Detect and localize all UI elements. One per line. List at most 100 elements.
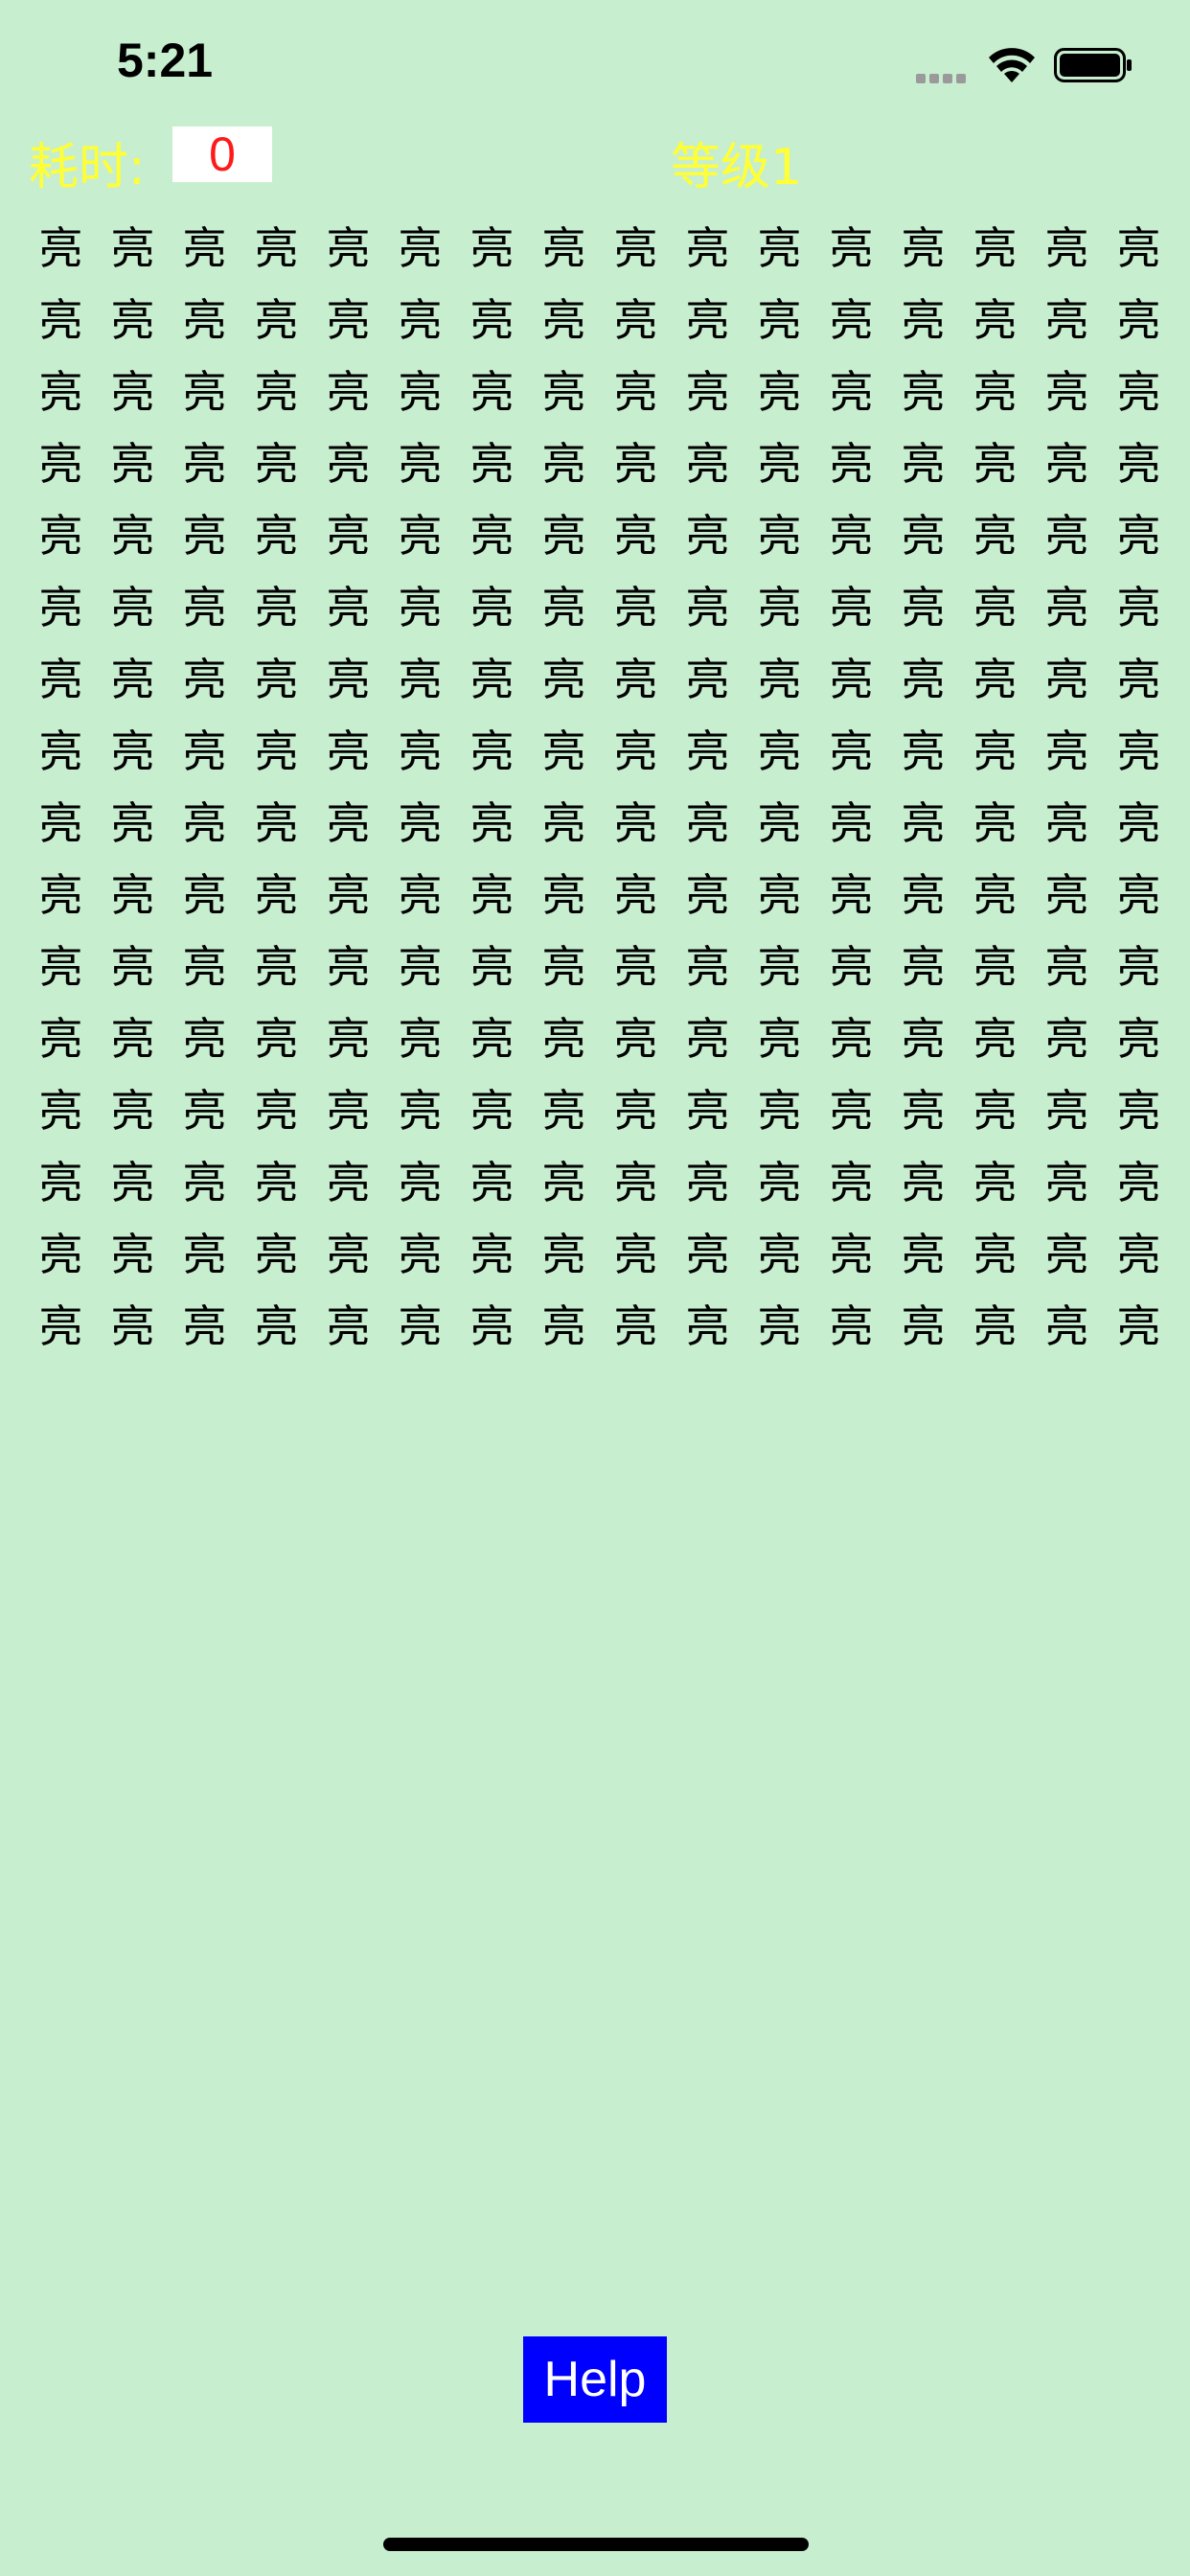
grid-cell[interactable]: 亮 [240, 784, 312, 856]
grid-cell[interactable]: 亮 [959, 928, 1031, 1000]
grid-cell[interactable]: 亮 [25, 1000, 97, 1071]
grid-cell[interactable]: 亮 [240, 640, 312, 712]
grid-cell[interactable]: 亮 [815, 281, 887, 353]
grid-cell[interactable]: 亮 [959, 568, 1031, 640]
grid-cell[interactable]: 亮 [1031, 496, 1103, 568]
grid-cell[interactable]: 亮 [887, 1071, 959, 1143]
grid-cell[interactable]: 亮 [600, 425, 672, 496]
grid-cell[interactable]: 亮 [887, 209, 959, 281]
grid-cell[interactable]: 亮 [959, 496, 1031, 568]
grid-cell[interactable]: 亮 [1031, 425, 1103, 496]
grid-cell[interactable]: 亮 [1031, 281, 1103, 353]
grid-cell[interactable]: 亮 [1103, 496, 1175, 568]
grid-cell[interactable]: 亮 [97, 425, 169, 496]
grid-cell[interactable]: 亮 [672, 209, 744, 281]
grid-cell[interactable]: 亮 [240, 856, 312, 928]
grid-cell[interactable]: 亮 [815, 209, 887, 281]
grid-cell[interactable]: 亮 [169, 425, 240, 496]
grid-cell[interactable]: 亮 [815, 640, 887, 712]
grid-cell[interactable]: 亮 [456, 496, 528, 568]
grid-cell[interactable]: 亮 [600, 856, 672, 928]
grid-cell[interactable]: 亮 [1031, 784, 1103, 856]
grid-cell[interactable]: 亮 [1103, 1215, 1175, 1287]
grid-cell[interactable]: 亮 [384, 856, 456, 928]
grid-cell[interactable]: 亮 [25, 1071, 97, 1143]
grid-cell[interactable]: 亮 [169, 1071, 240, 1143]
grid-cell[interactable]: 亮 [1031, 1071, 1103, 1143]
grid-cell[interactable]: 亮 [1103, 568, 1175, 640]
grid-cell[interactable]: 亮 [600, 281, 672, 353]
grid-cell[interactable]: 亮 [240, 928, 312, 1000]
grid-cell[interactable]: 亮 [744, 856, 815, 928]
grid-cell[interactable]: 亮 [384, 209, 456, 281]
grid-cell[interactable]: 亮 [97, 1071, 169, 1143]
grid-cell[interactable]: 亮 [815, 568, 887, 640]
grid-cell[interactable]: 亮 [240, 209, 312, 281]
grid-cell[interactable]: 亮 [240, 353, 312, 425]
grid-cell[interactable]: 亮 [97, 496, 169, 568]
grid-cell[interactable]: 亮 [815, 1143, 887, 1215]
grid-cell[interactable]: 亮 [384, 640, 456, 712]
grid-cell[interactable]: 亮 [384, 1143, 456, 1215]
grid-cell[interactable]: 亮 [887, 281, 959, 353]
grid-cell[interactable]: 亮 [312, 1071, 384, 1143]
grid-cell[interactable]: 亮 [25, 496, 97, 568]
grid-cell[interactable]: 亮 [384, 281, 456, 353]
help-button[interactable]: Help [523, 2336, 667, 2423]
grid-cell[interactable]: 亮 [600, 1071, 672, 1143]
grid-cell[interactable]: 亮 [240, 496, 312, 568]
grid-cell[interactable]: 亮 [97, 1143, 169, 1215]
grid-cell[interactable]: 亮 [169, 281, 240, 353]
grid-cell[interactable]: 亮 [672, 1000, 744, 1071]
grid-cell[interactable]: 亮 [169, 496, 240, 568]
grid-cell[interactable]: 亮 [312, 353, 384, 425]
grid-cell[interactable]: 亮 [887, 1215, 959, 1287]
grid-cell[interactable]: 亮 [97, 784, 169, 856]
grid-cell[interactable]: 亮 [456, 1071, 528, 1143]
grid-cell[interactable]: 亮 [456, 784, 528, 856]
grid-cell[interactable]: 亮 [744, 784, 815, 856]
grid-cell[interactable]: 亮 [744, 425, 815, 496]
grid-cell[interactable]: 亮 [384, 712, 456, 784]
grid-cell[interactable]: 亮 [25, 209, 97, 281]
grid-cell[interactable]: 亮 [744, 640, 815, 712]
grid-cell[interactable]: 亮 [887, 496, 959, 568]
grid-cell[interactable]: 亮 [600, 928, 672, 1000]
grid-cell[interactable]: 亮 [1103, 1000, 1175, 1071]
grid-cell[interactable]: 亮 [815, 425, 887, 496]
grid-cell[interactable]: 亮 [240, 1215, 312, 1287]
grid-cell[interactable]: 亮 [97, 353, 169, 425]
grid-cell[interactable]: 亮 [887, 928, 959, 1000]
grid-cell[interactable]: 亮 [887, 784, 959, 856]
grid-cell[interactable]: 亮 [672, 712, 744, 784]
grid-cell[interactable]: 亮 [887, 425, 959, 496]
grid-cell[interactable]: 亮 [384, 353, 456, 425]
grid-cell[interactable]: 亮 [384, 928, 456, 1000]
grid-cell[interactable]: 亮 [384, 425, 456, 496]
grid-cell[interactable]: 亮 [1103, 353, 1175, 425]
grid-cell[interactable]: 亮 [456, 281, 528, 353]
grid-cell[interactable]: 亮 [1103, 425, 1175, 496]
grid-cell[interactable]: 亮 [312, 568, 384, 640]
grid-cell[interactable]: 亮 [815, 1071, 887, 1143]
grid-cell[interactable]: 亮 [456, 640, 528, 712]
grid-cell[interactable]: 亮 [959, 784, 1031, 856]
grid-cell[interactable]: 亮 [97, 1287, 169, 1359]
grid-cell[interactable]: 亮 [528, 1215, 600, 1287]
grid-cell[interactable]: 亮 [672, 496, 744, 568]
grid-cell[interactable]: 亮 [456, 712, 528, 784]
grid-cell[interactable]: 亮 [169, 1143, 240, 1215]
grid-cell[interactable]: 亮 [1031, 1000, 1103, 1071]
grid-cell[interactable]: 亮 [600, 1000, 672, 1071]
grid-cell[interactable]: 亮 [600, 640, 672, 712]
grid-cell[interactable]: 亮 [384, 1215, 456, 1287]
grid-cell[interactable]: 亮 [1103, 640, 1175, 712]
grid-cell[interactable]: 亮 [959, 1215, 1031, 1287]
grid-cell[interactable]: 亮 [97, 928, 169, 1000]
grid-cell[interactable]: 亮 [169, 1000, 240, 1071]
grid-cell[interactable]: 亮 [672, 1287, 744, 1359]
grid-cell[interactable]: 亮 [528, 1143, 600, 1215]
grid-cell[interactable]: 亮 [815, 353, 887, 425]
grid-cell[interactable]: 亮 [528, 928, 600, 1000]
grid-cell[interactable]: 亮 [312, 1215, 384, 1287]
